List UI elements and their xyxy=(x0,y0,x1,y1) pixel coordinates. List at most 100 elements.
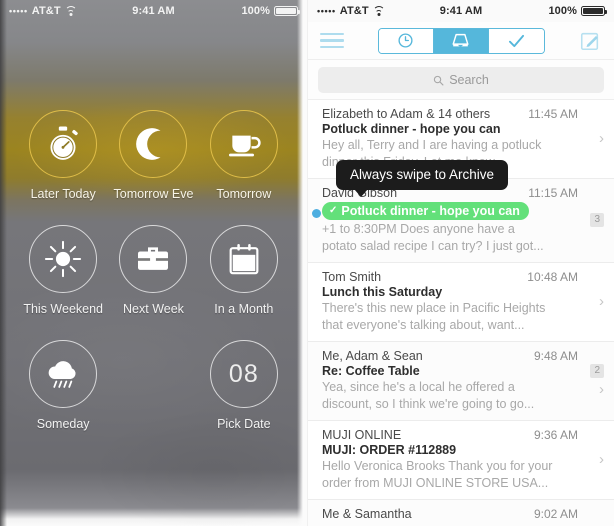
view-segmented-control xyxy=(377,27,545,54)
mail-snippet-line-2: order from MUJI ONLINE STORE USA... xyxy=(322,475,549,490)
stopwatch-icon xyxy=(50,126,78,160)
snooze-option-pick-date[interactable]: 08 Pick Date xyxy=(199,340,289,431)
mail-snippet: +1 to 8:30PM Does anyone have a potato s… xyxy=(322,221,578,254)
table-row[interactable]: Tom Smith 10:48 AM Lunch this Saturday T… xyxy=(308,263,614,342)
left-status-battery-group: 100% xyxy=(175,5,301,17)
chevron-right-icon[interactable]: › xyxy=(599,294,604,309)
search-input[interactable]: Search xyxy=(318,67,604,93)
mail-timestamp: 9:48 AM xyxy=(533,349,578,363)
table-row[interactable]: MUJI ONLINE 9:36 AM MUJI: ORDER #112889 … xyxy=(308,421,614,500)
coffee-cup-icon xyxy=(228,135,261,157)
mail-row-content: MUJI ONLINE 9:36 AM MUJI: ORDER #112889 … xyxy=(322,428,578,491)
mail-snippet-line-1: +1 to 8:30PM Does anyone have a xyxy=(322,222,515,236)
snooze-label-later-today: Later Today xyxy=(30,187,96,201)
mail-sender: Me & Samantha xyxy=(322,507,412,521)
signal-dots-icon: ••••• xyxy=(317,6,336,16)
battery-full-icon xyxy=(581,6,608,16)
compose-button[interactable] xyxy=(578,29,602,53)
archive-status-badge: ✓ Potluck dinner - hope you can xyxy=(322,202,529,220)
calendar-icon xyxy=(229,244,259,275)
snooze-option-someday[interactable]: Someday xyxy=(18,340,108,431)
battery-percent-label: 100% xyxy=(241,5,271,17)
tab-later[interactable] xyxy=(378,28,434,53)
mail-snippet-line-1: There's this new place in Pacific Height… xyxy=(322,301,546,315)
check-icon: ✓ xyxy=(329,205,338,216)
mail-row-header: Tom Smith 10:48 AM xyxy=(322,270,578,284)
snooze-option-next-week[interactable]: Next Week xyxy=(108,225,198,316)
snooze-option-tomorrow-eve[interactable]: Tomorrow Eve xyxy=(108,110,198,201)
battery-full-icon xyxy=(274,6,301,16)
snooze-label-in-a-month: In a Month xyxy=(214,302,274,316)
mail-row-accessory: › xyxy=(578,270,604,333)
mail-sender: MUJI ONLINE xyxy=(322,428,402,442)
mail-timestamp: 9:36 AM xyxy=(533,428,578,442)
unread-dot-indicator xyxy=(312,209,321,218)
mail-sender: Me, Adam & Sean xyxy=(322,349,423,363)
mail-row-accessory: 2 › xyxy=(578,349,604,412)
carrier-label: AT&T xyxy=(31,5,61,17)
status-time: 9:41 AM xyxy=(439,5,483,17)
snooze-label-next-week: Next Week xyxy=(123,302,184,316)
table-row[interactable]: Me & Samantha 9:02 AM xyxy=(308,500,614,526)
chevron-right-icon[interactable]: › xyxy=(599,382,604,397)
tab-done[interactable] xyxy=(488,28,544,53)
mail-snippet-line-2: potato salad recipe I can try? I just go… xyxy=(322,238,544,253)
mail-sender: Elizabeth to Adam & 14 others xyxy=(322,107,491,121)
date-number-icon: 08 xyxy=(228,359,259,388)
snooze-label-pick-date: Pick Date xyxy=(217,417,271,431)
snooze-label-tomorrow: Tomorrow xyxy=(216,187,272,201)
snooze-option-this-weekend[interactable]: This Weekend xyxy=(18,225,108,316)
mail-row-header: Me, Adam & Sean 9:48 AM xyxy=(322,349,578,363)
mail-row-accessory xyxy=(578,507,604,522)
mail-snippet-line-1: Yea, since he's a local he offered a xyxy=(322,380,515,394)
snooze-circle-tomorrow-eve xyxy=(119,110,188,178)
mail-snippet-line-2: discount, so I think we're going to go..… xyxy=(322,396,535,411)
mail-snippet: There's this new place in Pacific Height… xyxy=(322,300,578,333)
snooze-label-this-weekend: This Weekend xyxy=(23,302,103,316)
mail-row-accessory: 3 xyxy=(578,186,604,254)
message-count-badge: 3 xyxy=(590,213,604,227)
mail-timestamp: 9:02 AM xyxy=(533,507,578,521)
snooze-option-later-today[interactable]: Later Today xyxy=(18,110,108,201)
battery-percent-label: 100% xyxy=(548,5,578,17)
snooze-circle-next-week xyxy=(119,225,188,293)
hamburger-menu-icon[interactable] xyxy=(320,32,344,49)
snooze-circle-someday xyxy=(29,340,98,408)
signal-dots-icon: ••••• xyxy=(9,6,28,16)
mail-timestamp: 11:45 AM xyxy=(528,107,578,121)
left-status-bar: ••••• AT&T 9:41 AM 100% xyxy=(0,0,307,22)
mail-row-header: Elizabeth to Adam & 14 others 11:45 AM xyxy=(322,107,578,121)
mail-row-header: Me & Samantha 9:02 AM xyxy=(322,507,578,521)
mail-snippet-line-1: Hey all, Terry and I are having a potluc… xyxy=(322,138,542,152)
right-phone-inbox-screen: ••••• AT&T 9:41 AM 100% Search Elizabeth… xyxy=(307,0,614,526)
mail-snippet: Yea, since he's a local he offered a dis… xyxy=(322,379,578,412)
chevron-right-icon[interactable]: › xyxy=(599,131,604,146)
right-status-battery-group: 100% xyxy=(482,5,608,17)
snooze-option-in-a-month[interactable]: In a Month xyxy=(199,225,289,316)
coachmark-tooltip[interactable]: Always swipe to Archive xyxy=(336,160,509,197)
table-row[interactable]: Me, Adam & Sean 9:48 AM Re: Coffee Table… xyxy=(308,342,614,421)
wifi-icon xyxy=(64,6,77,16)
rain-cloud-icon xyxy=(48,361,76,388)
mail-snippet-line-1: Hello Veronica Brooks Thank you for your xyxy=(322,459,553,473)
snooze-label-someday: Someday xyxy=(36,417,90,431)
mail-row-header: MUJI ONLINE 9:36 AM xyxy=(322,428,578,442)
dual-phone-screenshot: ••••• AT&T 9:41 AM 100% Later Today Tomo… xyxy=(0,0,614,526)
mail-row-content: Tom Smith 10:48 AM Lunch this Saturday T… xyxy=(322,270,578,333)
search-bar-container: Search xyxy=(308,60,614,100)
message-count-badge: 2 xyxy=(590,364,604,378)
mail-subject: MUJI: ORDER #112889 xyxy=(322,443,457,457)
mail-timestamp: 11:15 AM xyxy=(528,186,578,200)
status-time: 9:41 AM xyxy=(132,5,175,17)
snooze-option-empty-slot xyxy=(108,340,198,431)
snooze-circle-in-a-month xyxy=(209,225,278,293)
snooze-options-grid: Later Today Tomorrow Eve Tomorrow This W… xyxy=(0,22,307,431)
mail-subject: Re: Coffee Table xyxy=(322,364,420,378)
checkmark-icon xyxy=(508,34,524,47)
chevron-right-icon[interactable]: › xyxy=(599,452,604,467)
left-phone-right-edge xyxy=(297,0,307,526)
search-icon xyxy=(434,75,444,85)
tab-inbox[interactable] xyxy=(433,28,489,53)
briefcase-icon xyxy=(138,247,169,270)
snooze-option-tomorrow[interactable]: Tomorrow xyxy=(199,110,289,201)
